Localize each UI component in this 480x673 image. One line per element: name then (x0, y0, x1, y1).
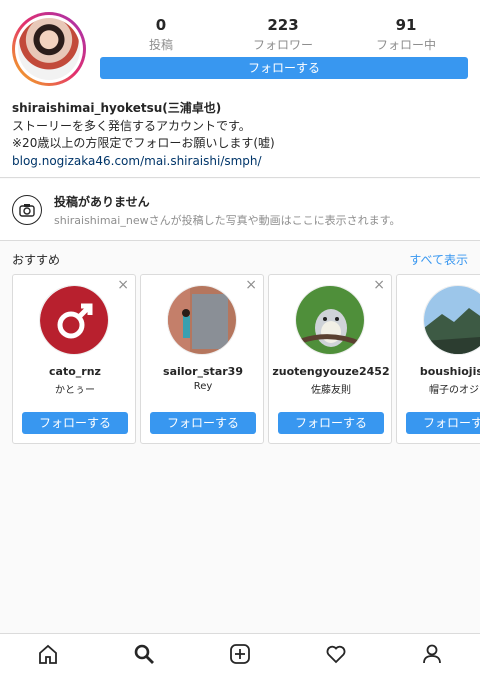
suggestion-card: × cato_rnz かとぅー フォローする (12, 274, 136, 444)
stat-posts-label: 投稿 (148, 38, 173, 52)
suggestions-carousel[interactable]: × cato_rnz かとぅー フォローする × sailor_star39 R… (12, 274, 480, 444)
close-icon[interactable]: × (373, 277, 385, 293)
add-icon[interactable] (229, 643, 251, 665)
suggestion-fullname: 佐藤友則 (311, 385, 351, 396)
suggestion-follow-button[interactable]: フォローする (150, 412, 256, 434)
bio-line-1: ストーリーを多く発信するアカウントです。 (12, 118, 251, 133)
no-posts-section: 投稿がありません shiraishimai_newさんが投稿した写真や動画はここ… (0, 179, 480, 241)
avatar[interactable] (167, 285, 237, 355)
follow-button[interactable]: フォローする (100, 57, 468, 79)
suggestion-fullname: かとぅー (55, 385, 95, 396)
suggestion-card: × sailor_star39 Rey フォローする (140, 274, 264, 444)
profile-icon[interactable] (421, 643, 443, 665)
stat-followers[interactable]: 223 フォロワー (228, 16, 338, 53)
suggestions-heading: おすすめ (12, 253, 61, 267)
suggestion-card: × zuotengyouze2452 佐藤友則 フォローする (268, 274, 392, 444)
bio-line-2: ※20歳以上の方限定でフォローお願いします(嘘) (12, 136, 275, 150)
stat-posts-count: 0 (155, 16, 167, 34)
stat-following[interactable]: 91 フォロー中 (351, 16, 461, 53)
suggestion-username[interactable]: zuotengyouze2452 (269, 365, 393, 378)
no-posts-title: 投稿がありません (54, 195, 150, 209)
close-icon[interactable]: × (117, 277, 129, 293)
stat-followers-label: フォロワー (252, 38, 313, 52)
bio: shiraishimai_hyoketsu(三浦卓也) ストーリーを多く発信する… (12, 100, 275, 170)
close-icon[interactable]: × (245, 277, 257, 293)
profile-name: shiraishimai_hyoketsu(三浦卓也) (12, 101, 222, 115)
stat-following-count: 91 (395, 16, 417, 34)
search-icon[interactable] (133, 643, 155, 665)
heart-icon[interactable] (325, 643, 347, 665)
suggestion-username[interactable]: boushiojisan (397, 365, 480, 378)
stat-posts: 0 投稿 (106, 16, 216, 53)
no-posts-subtitle: shiraishimai_newさんが投稿した写真や動画はここに表示されます。 (54, 214, 401, 227)
suggestion-follow-button[interactable]: フォローする (278, 412, 384, 434)
suggestion-fullname: 帽子のオジさ (429, 385, 480, 396)
suggestion-card: boushiojisan 帽子のオジさ フォローする (396, 274, 480, 444)
bio-link[interactable]: blog.nogizaka46.com/mai.shiraishi/smph/ (12, 153, 275, 171)
stat-following-label: フォロー中 (375, 38, 436, 52)
see-all-link[interactable]: すべて表示 (409, 251, 468, 268)
stat-followers-count: 223 (267, 16, 299, 34)
home-icon[interactable] (37, 643, 59, 665)
bottom-nav (0, 633, 480, 673)
suggestion-username[interactable]: cato_rnz (13, 365, 137, 378)
profile-header: 0 投稿 223 フォロワー 91 フォロー中 フォローする shiraishi… (0, 0, 480, 178)
suggestion-fullname: Rey (193, 381, 213, 392)
avatar[interactable] (295, 285, 365, 355)
profile-avatar[interactable] (12, 12, 86, 86)
camera-icon (12, 195, 42, 225)
suggestion-username[interactable]: sailor_star39 (141, 365, 265, 378)
avatar[interactable] (39, 285, 109, 355)
avatar[interactable] (423, 285, 480, 355)
suggestion-follow-button[interactable]: フォローする (406, 412, 480, 434)
suggestion-follow-button[interactable]: フォローする (22, 412, 128, 434)
